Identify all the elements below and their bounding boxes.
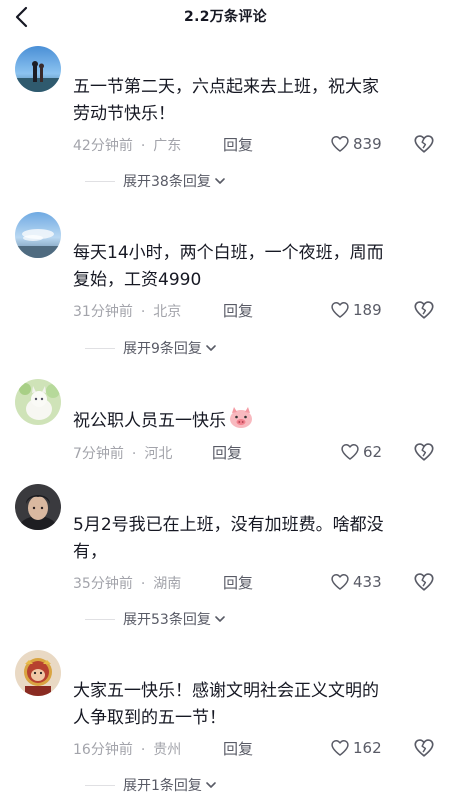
meta-separator: ·	[140, 304, 146, 320]
like-count: 189	[353, 301, 382, 319]
chevron-down-icon	[206, 345, 216, 351]
header-bar: 2.2万条评论	[0, 0, 451, 34]
reply-button[interactable]: 回复	[223, 300, 253, 321]
comment-time: 31分钟前	[73, 304, 133, 320]
avatar[interactable]	[15, 379, 61, 425]
comment-meta: 16分钟前 · 贵州	[73, 739, 181, 759]
broken-heart-icon	[414, 573, 434, 591]
expand-replies-button[interactable]: 展开1条回复	[73, 774, 218, 796]
expand-replies-button[interactable]: 展开9条回复	[73, 337, 218, 359]
comment-text: 5月2号我已在上班，没有加班费。啥都没 有，	[73, 515, 384, 562]
avatar[interactable]	[15, 212, 61, 258]
meta-separator: ·	[140, 576, 146, 592]
like-count: 433	[353, 573, 382, 591]
comment-meta: 7分钟前 · 河北	[73, 443, 172, 463]
like-button[interactable]: 433	[330, 571, 382, 593]
chevron-down-icon	[206, 782, 216, 788]
like-count: 62	[363, 443, 383, 461]
meta-separator: ·	[140, 742, 146, 758]
broken-heart-icon	[414, 301, 434, 319]
heart-outline-icon	[341, 444, 359, 460]
meta-separator: ·	[140, 138, 146, 154]
avatar[interactable]	[15, 46, 61, 92]
heart-outline-icon	[331, 740, 349, 756]
chevron-down-icon	[215, 616, 225, 622]
comment-location: 广东	[153, 138, 182, 154]
comment-time: 35分钟前	[73, 576, 133, 592]
expand-divider	[85, 784, 115, 786]
comment-text: 祝公职人员五一快乐	[73, 407, 433, 435]
dislike-button[interactable]	[413, 441, 435, 463]
comment-text-content: 祝公职人员五一快乐	[73, 411, 226, 431]
dislike-button[interactable]	[413, 737, 435, 759]
expand-replies-label: 展开38条回复	[123, 174, 211, 190]
comment-time: 7分钟前	[73, 446, 124, 462]
expand-divider	[85, 347, 115, 349]
reply-button[interactable]: 回复	[212, 442, 242, 463]
like-button[interactable]: 162	[330, 737, 382, 759]
expand-replies-button[interactable]: 展开38条回复	[73, 170, 227, 192]
comment-location: 贵州	[153, 742, 182, 758]
reply-button[interactable]: 回复	[223, 134, 253, 155]
expand-divider	[85, 180, 115, 182]
reply-button[interactable]: 回复	[223, 738, 253, 759]
comment-location: 河北	[144, 446, 173, 462]
dislike-button[interactable]	[413, 133, 435, 155]
broken-heart-icon	[414, 739, 434, 757]
expand-replies-button[interactable]: 展开53条回复	[73, 608, 227, 630]
comment-meta: 31分钟前 · 北京	[73, 301, 181, 321]
comment-meta: 35分钟前 · 湖南	[73, 573, 181, 593]
like-count: 839	[353, 135, 382, 153]
reply-button[interactable]: 回复	[223, 572, 253, 593]
broken-heart-icon	[414, 443, 434, 461]
expand-replies-label: 展开1条回复	[123, 778, 202, 794]
comment-text: 每天14小时，两个白班，一个夜班，周而 复始，工资4990	[73, 243, 384, 290]
comment-location: 北京	[153, 304, 182, 320]
meta-separator: ·	[131, 446, 137, 462]
comment-location: 湖南	[153, 576, 182, 592]
pig-face-emoji	[230, 407, 252, 428]
comment-count-title: 2.2万条评论	[184, 9, 267, 25]
dislike-button[interactable]	[413, 571, 435, 593]
expand-replies-label: 展开53条回复	[123, 612, 211, 628]
comment-text: 五一节第二天，六点起来去上班，祝大家 劳动节快乐！	[73, 77, 379, 124]
chevron-down-icon	[215, 178, 225, 184]
comment-meta: 42分钟前 · 广东	[73, 135, 181, 155]
expand-divider	[85, 618, 115, 620]
heart-outline-icon	[331, 302, 349, 318]
like-button[interactable]: 62	[340, 441, 382, 463]
heart-outline-icon	[331, 574, 349, 590]
heart-outline-icon	[331, 136, 349, 152]
comment-text: 大家五一快乐！感谢文明社会正义文明的 人争取到的五一节！	[73, 681, 379, 728]
comment-time: 16分钟前	[73, 742, 133, 758]
avatar[interactable]	[15, 484, 61, 530]
like-button[interactable]: 839	[330, 133, 382, 155]
comment-time: 42分钟前	[73, 138, 133, 154]
dislike-button[interactable]	[413, 299, 435, 321]
broken-heart-icon	[414, 135, 434, 153]
expand-replies-label: 展开9条回复	[123, 341, 202, 357]
like-button[interactable]: 189	[330, 299, 382, 321]
avatar[interactable]	[15, 650, 61, 696]
like-count: 162	[353, 739, 382, 757]
